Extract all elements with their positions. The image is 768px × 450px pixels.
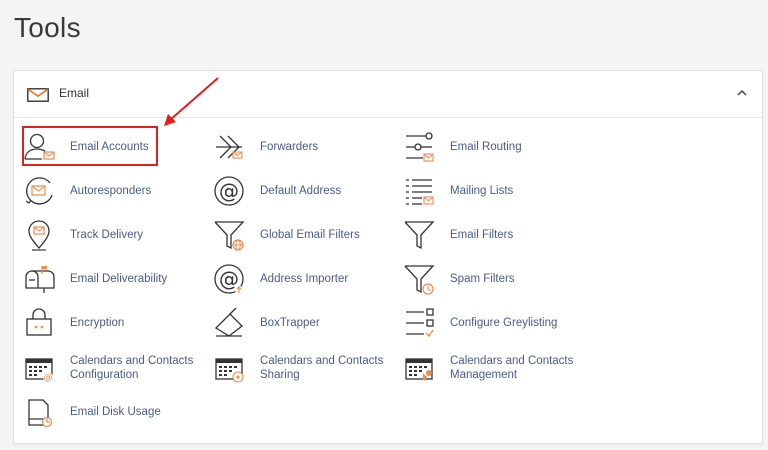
box-trap-icon xyxy=(214,307,243,337)
tool-label: Email Disk Usage xyxy=(70,406,161,418)
page-title: Tools xyxy=(14,12,81,43)
tools-page: Tools Email Email Accounts Autoresponder… xyxy=(0,0,768,450)
filter-globe-icon xyxy=(214,221,245,251)
at-import-icon: @ xyxy=(214,264,244,294)
tool-forwarders[interactable]: Forwarders xyxy=(212,130,318,164)
panel-header-label: Email xyxy=(59,86,90,100)
tool-label: Default Address xyxy=(260,185,342,197)
tool-email-disk-usage[interactable]: Email Disk Usage xyxy=(22,395,161,429)
annotation-arrow-icon xyxy=(164,77,219,126)
tool-label: Mailing Lists xyxy=(450,185,514,197)
filter-icon xyxy=(404,221,435,250)
tool-global-email-filters[interactable]: Global Email Filters xyxy=(212,218,360,252)
tool-label: Global Email Filters xyxy=(260,229,360,241)
routing-icon xyxy=(406,132,434,162)
tool-encryption[interactable]: Encryption xyxy=(22,306,124,340)
envelope-icon xyxy=(27,88,49,102)
location-pin-icon xyxy=(28,220,50,251)
forward-arrow-icon xyxy=(216,135,243,159)
tool-address-importer[interactable]: @ Address Importer xyxy=(212,262,348,296)
tool-label: Address Importer xyxy=(260,273,349,285)
tool-mailing-lists[interactable]: Mailing Lists xyxy=(402,174,513,208)
tool-email-filters[interactable]: Email Filters xyxy=(402,218,513,252)
svg-text:@: @ xyxy=(44,373,53,383)
calendar-at-icon: @ xyxy=(25,358,53,383)
tool-label: Encryption xyxy=(70,317,125,329)
tool-configure-greylisting[interactable]: Configure Greylisting xyxy=(402,306,557,340)
tool-default-address[interactable]: @ Default Address xyxy=(212,174,341,208)
tool-label: Calendars and Contacts Management xyxy=(450,355,574,381)
tool-label: Calendars and Contacts Sharing xyxy=(260,355,384,381)
chevron-up-icon[interactable] xyxy=(736,87,748,99)
at-sign-icon: @ xyxy=(214,176,244,206)
tool-boxtrapper[interactable]: BoxTrapper xyxy=(212,306,320,340)
tool-label: Track Delivery xyxy=(70,229,144,241)
tool-label: Email Routing xyxy=(450,141,522,153)
tool-label: Spam Filters xyxy=(450,273,515,285)
tool-label: Forwarders xyxy=(260,141,319,153)
tool-email-deliverability[interactable]: Email Deliverability xyxy=(22,262,167,296)
calendar-share-icon xyxy=(215,358,244,383)
svg-text:@: @ xyxy=(219,179,239,203)
tool-calendars-contacts-configuration[interactable]: @ Calendars and Contacts Configuration xyxy=(22,351,210,385)
tool-label: BoxTrapper xyxy=(260,317,320,329)
tool-calendars-contacts-management[interactable]: Calendars and Contacts Management xyxy=(402,351,590,385)
mailbox-icon xyxy=(25,266,55,293)
highlight-box xyxy=(22,126,158,166)
tool-label: Autoresponders xyxy=(70,185,152,197)
tool-autoresponders[interactable]: Autoresponders xyxy=(22,174,151,208)
tool-track-delivery[interactable]: Track Delivery xyxy=(22,218,143,252)
lock-icon xyxy=(26,308,52,336)
greylisting-icon xyxy=(406,308,434,338)
panel-header[interactable]: Email xyxy=(14,71,762,118)
tool-email-routing[interactable]: Email Routing xyxy=(402,130,522,164)
tool-calendars-contacts-sharing[interactable]: Calendars and Contacts Sharing xyxy=(212,351,400,385)
filter-clock-icon xyxy=(404,265,435,295)
disk-usage-icon xyxy=(28,399,53,428)
tool-label: Configure Greylisting xyxy=(450,317,558,329)
tool-label: Email Filters xyxy=(450,229,514,241)
mailing-list-icon xyxy=(406,179,434,205)
tool-spam-filters[interactable]: Spam Filters xyxy=(402,262,515,296)
tool-label: Calendars and Contacts Configuration xyxy=(70,355,194,381)
tool-label: Email Deliverability xyxy=(70,273,168,285)
calendar-manage-icon xyxy=(405,358,433,381)
autoresponder-icon xyxy=(25,177,53,205)
